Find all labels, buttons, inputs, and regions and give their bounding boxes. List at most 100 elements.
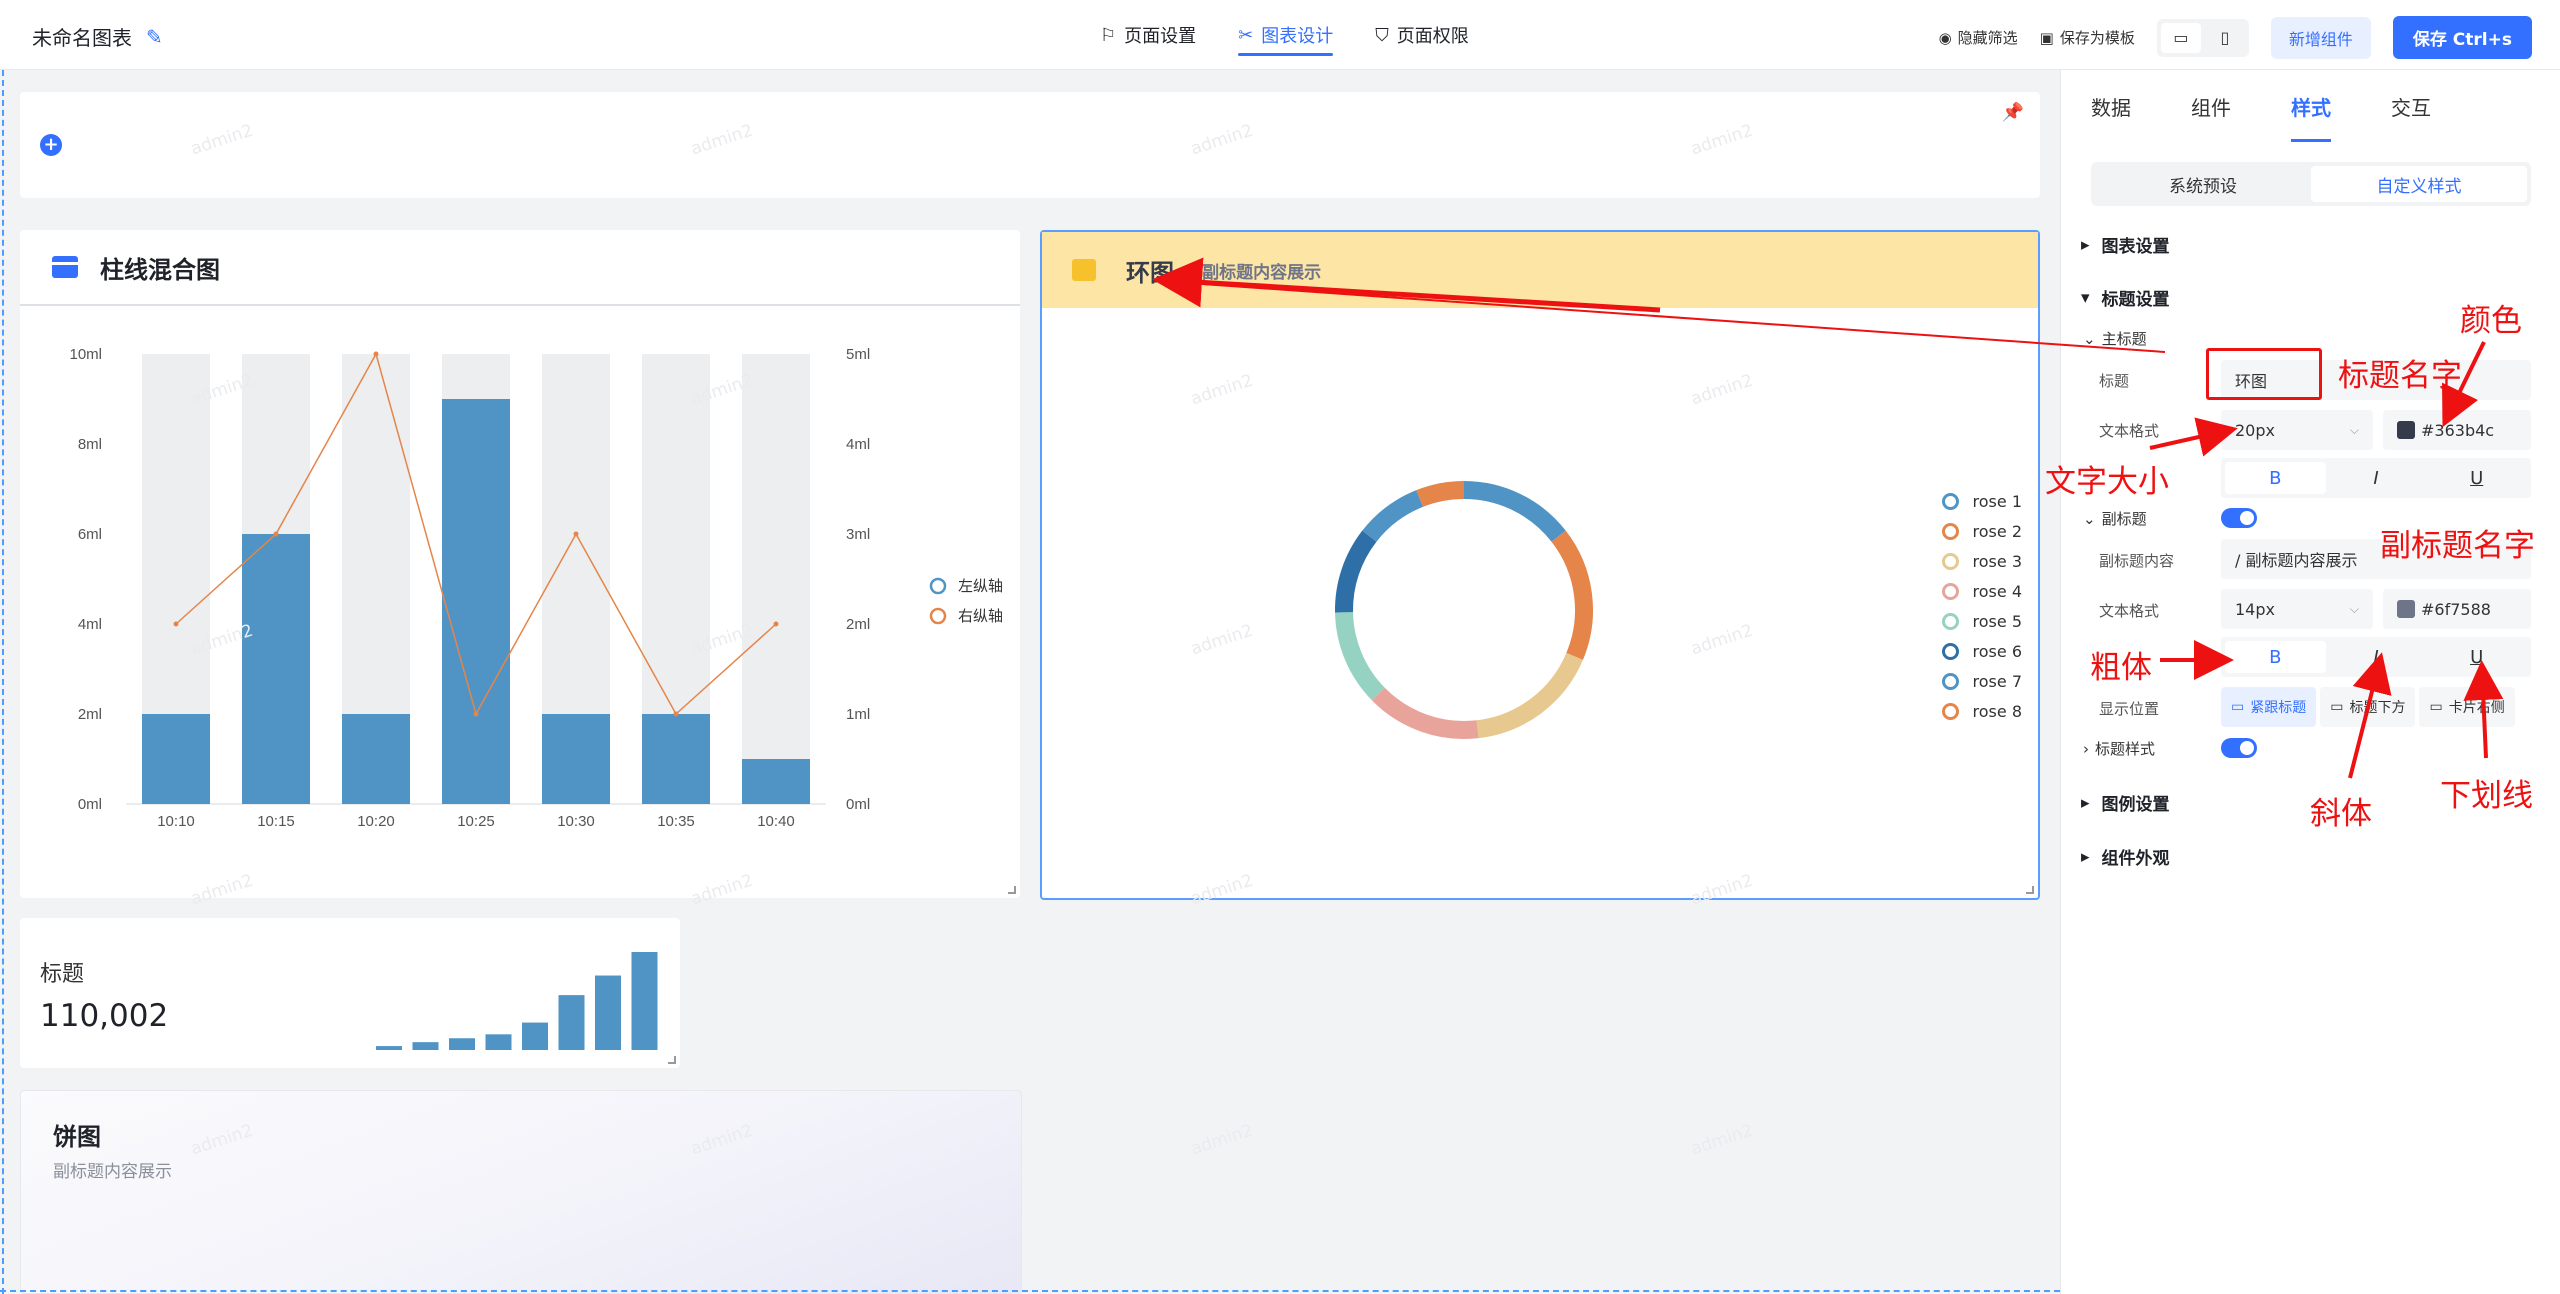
bar-line-card[interactable]: 柱线混合图 0ml 2ml 4ml 6ml 8ml 10ml 0ml 1ml 2ml 3ml 4ml…: [20, 230, 1020, 898]
title-color-picker[interactable]: #363b4c: [2383, 410, 2531, 450]
x-tick-label: 10:40: [757, 813, 795, 830]
position-options: ▭ 紧跟标题 ▭ 标题下方 ▭ 卡片右侧: [2221, 687, 2515, 727]
section-legend-settings[interactable]: ▸ 图例设置: [2081, 790, 2170, 816]
chevron-right-icon: ›: [2083, 739, 2089, 758]
title-size-select[interactable]: 20px ⌵: [2221, 410, 2373, 450]
subtitle-format-label: 文本格式: [2099, 602, 2160, 620]
annotation-title-box: [2206, 348, 2322, 400]
position-follow-title-label: 紧跟标题: [2250, 700, 2307, 716]
legend-item[interactable]: rose 6: [1941, 636, 2022, 666]
section-appearance-label: 组件外观: [2101, 849, 2170, 869]
caret-right-icon: ▸: [2081, 846, 2090, 867]
donut-slice: [1362, 490, 1424, 542]
legend-item[interactable]: rose 4: [1941, 576, 2022, 606]
top-bar: 未命名图表 ✎ ⚐ 页面设置 ✂ 图表设计 ⛉ 页面权限 ◉ 隐藏筛选 ▣ 保存…: [0, 0, 2560, 70]
save-button[interactable]: 保存 Ctrl+s: [2392, 16, 2532, 59]
legend-marker: [1941, 612, 1959, 630]
left-tick-label: 10ml: [69, 346, 102, 363]
kpi-card[interactable]: 标题 110,002: [20, 918, 680, 1068]
legend-marker: [1941, 702, 1959, 720]
bar: [142, 714, 210, 804]
legend-label: rose 8: [1972, 701, 2022, 721]
subtitle-toggle[interactable]: [2221, 508, 2257, 528]
legend-label: rose 6: [1972, 641, 2022, 661]
x-tick-label: 10:15: [257, 813, 295, 830]
position-card-right[interactable]: ▭ 卡片右侧: [2419, 687, 2515, 727]
line-point: [673, 711, 679, 717]
panel-tab-data[interactable]: 数据: [2091, 70, 2131, 142]
legend-item[interactable]: rose 1: [1941, 486, 2022, 516]
panel-tab-style[interactable]: 样式: [2291, 70, 2331, 142]
section-appearance[interactable]: ▸ 组件外观: [2081, 844, 2170, 870]
left-tick-label: 0ml: [78, 796, 102, 813]
legend-marker: [1941, 522, 1959, 540]
position-below-title-label: 标题下方: [2349, 700, 2406, 716]
bold-button[interactable]: B: [2225, 462, 2326, 494]
segment-custom-style[interactable]: 自定义样式: [2311, 166, 2527, 202]
annotation-underline: 下划线: [2440, 778, 2533, 814]
donut-card[interactable]: 环图 / 副标题内容展示 rose 1 rose 2 rose 3 rose 4 ros…: [1040, 230, 2040, 900]
caret-down-icon: ▾: [2081, 287, 2090, 308]
donut-slice: [1335, 530, 1377, 613]
underline-button[interactable]: U: [2426, 462, 2527, 494]
subtitle-group[interactable]: ⌄ 副标题: [2083, 508, 2147, 529]
title-style-toggle[interactable]: [2221, 738, 2257, 758]
desktop-icon[interactable]: ▭: [2160, 22, 2201, 53]
section-legend-settings-label: 图例设置: [2101, 795, 2170, 815]
pie-card[interactable]: 饼图 副标题内容展示: [20, 1090, 1022, 1294]
title-format-buttons: B I U: [2221, 458, 2531, 498]
title-style-group[interactable]: › 标题样式: [2083, 738, 2155, 759]
italic-button[interactable]: I: [2326, 462, 2427, 494]
pin-icon[interactable]: 📌: [2002, 102, 2024, 123]
subtitle-size-select[interactable]: 14px ⌵: [2221, 589, 2373, 629]
tab-page-permissions-label: 页面权限: [1396, 26, 1469, 47]
right-tick-label: 2ml: [846, 616, 870, 633]
underline-button[interactable]: U: [2426, 641, 2527, 673]
layout-icon: ▭: [2330, 699, 2344, 715]
save-template-button[interactable]: ▣ 保存为模板: [2040, 27, 2135, 48]
hide-filter-button[interactable]: ◉ 隐藏筛选: [1939, 27, 2018, 48]
legend-label: 左纵轴: [958, 578, 1003, 595]
legend-item[interactable]: rose 5: [1941, 606, 2022, 636]
section-chart-settings[interactable]: ▸ 图表设置: [2081, 232, 2170, 258]
pie-card-title: 饼图: [53, 1123, 101, 1151]
subtitle-size-value: 14px: [2235, 599, 2275, 619]
add-component-button[interactable]: 新增组件: [2270, 16, 2371, 59]
legend-item[interactable]: rose 2: [1941, 516, 2022, 546]
legend-marker: [1941, 552, 1959, 570]
tablet-icon[interactable]: ▯: [2205, 23, 2245, 53]
italic-button[interactable]: I: [2326, 641, 2427, 673]
legend-marker: [1941, 642, 1959, 660]
resize-handle[interactable]: [1008, 886, 1016, 894]
left-tick-label: 6ml: [78, 526, 102, 543]
legend-item[interactable]: rose 7: [1941, 666, 2022, 696]
panel-tab-component[interactable]: 组件: [2191, 70, 2231, 142]
edit-icon[interactable]: ✎: [146, 25, 163, 49]
tab-page-permissions[interactable]: ⛉ 页面权限: [1375, 0, 1469, 70]
mini-bar: [631, 952, 658, 1050]
tab-page-settings[interactable]: ⚐ 页面设置: [1100, 0, 1196, 70]
main-title-group[interactable]: ⌄ 主标题: [2083, 328, 2147, 349]
position-follow-title[interactable]: ▭ 紧跟标题: [2221, 687, 2317, 727]
bold-button[interactable]: B: [2225, 641, 2326, 673]
resize-handle[interactable]: [2026, 886, 2034, 894]
tab-page-settings-label: 页面设置: [1124, 26, 1197, 47]
legend-item[interactable]: rose 8: [1941, 696, 2022, 726]
legend-item[interactable]: rose 3: [1941, 546, 2022, 576]
position-below-title[interactable]: ▭ 标题下方: [2320, 687, 2416, 727]
right-tick-label: 4ml: [846, 436, 870, 453]
section-title-settings[interactable]: ▾ 标题设置: [2081, 285, 2170, 311]
subtitle-content-value: / 副标题内容展示: [2235, 551, 2358, 570]
tab-chart-design[interactable]: ✂ 图表设计: [1238, 0, 1334, 70]
bar: [542, 714, 610, 804]
left-tick-label: 2ml: [78, 706, 102, 723]
top-actions: ◉ 隐藏筛选 ▣ 保存为模板 ▭ ▯ 新增组件 保存 Ctrl+s: [1939, 16, 2532, 59]
donut-slice: [1416, 481, 1465, 507]
segment-system-preset[interactable]: 系统预设: [2095, 166, 2311, 202]
add-filter-icon[interactable]: +: [40, 134, 62, 156]
donut-slice: [1476, 652, 1583, 739]
resize-handle[interactable]: [668, 1056, 676, 1064]
subtitle-color-picker[interactable]: #6f7588: [2383, 589, 2531, 629]
panel-tab-interaction[interactable]: 交互: [2391, 70, 2431, 142]
bar: [642, 714, 710, 804]
